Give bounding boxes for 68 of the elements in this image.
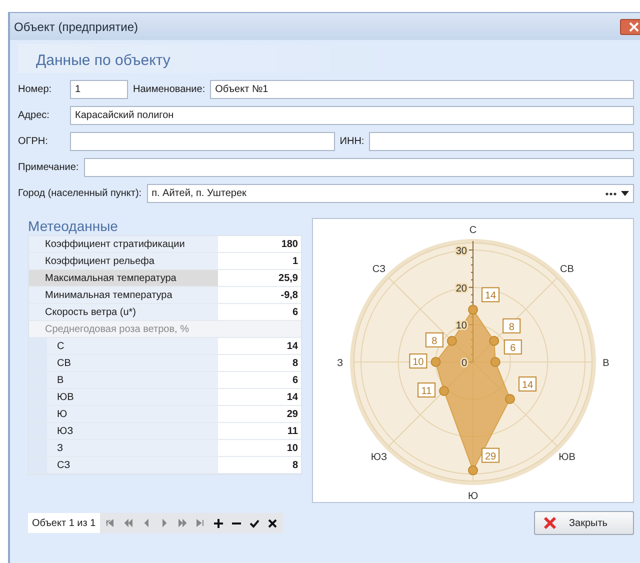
property-label: ЮЗ [47,423,218,439]
field-label: ИНН: [340,136,364,147]
data-label: 10 [409,354,428,368]
check-icon[interactable] [250,518,259,528]
skip-first-icon[interactable] [106,518,115,528]
direction-label: ЮВ [558,452,576,463]
property-label: СВ [47,355,218,371]
input-field[interactable]: Объект №1 [210,80,634,99]
direction-label: СЗ [372,264,386,275]
field-label: Адрес: [18,110,50,121]
direction-label: В [602,358,610,369]
data-label: 14 [518,376,536,392]
property-label: С [47,338,218,354]
input-field[interactable]: Карасайский полигон [70,106,634,125]
property-label: Ю [47,406,218,422]
input-field[interactable] [369,132,634,151]
input-field[interactable] [70,132,335,151]
data-point [490,357,500,367]
data-label: 6 [504,340,522,354]
left-icon[interactable] [142,518,151,528]
data-label: 29 [482,448,500,463]
field-label: Наименование: [133,84,206,95]
cross-icon[interactable] [268,518,277,528]
close-button[interactable] [620,18,640,34]
property-label: ЮВ [47,389,218,405]
close-icon [543,516,557,530]
property-label[interactable]: Минимальная температура [29,287,218,303]
property-label[interactable]: Максимальная температура [29,270,218,286]
field-label: ОГРН: [18,136,49,147]
direction-label: СВ [560,264,574,275]
input-field[interactable] [84,158,634,177]
close-dialog-button[interactable]: Закрыть [534,511,634,535]
input-field[interactable]: 1 [70,80,128,99]
double-left-icon[interactable] [124,518,133,528]
data-label: 14 [482,287,500,302]
property-label: СЗ [47,457,218,473]
field-label: Город (населенный пункт): [18,188,142,199]
property-label: З [47,440,218,456]
direction-label: Ю [468,491,478,502]
axis-tick-label: 30 [456,246,467,257]
ellipsis-icon[interactable] [605,192,617,196]
data-label: 11 [418,382,436,398]
category-header: Среднегодовая роза ветров, % [29,321,301,337]
close-icon [628,22,640,32]
property-label: В [47,372,218,388]
axis-tick-label: 20 [456,283,467,294]
data-label: 8 [425,332,444,348]
property-label[interactable]: Коэффициент стратификации [29,236,218,252]
window-title: Объект (предприятие) [14,20,138,34]
field-label: Примечание: [18,162,79,173]
dropdown-arrow-icon[interactable] [621,191,629,196]
property-label[interactable]: Скорость ветра (u*) [29,304,218,320]
plus-icon[interactable] [214,518,223,528]
direction-label: ЮЗ [370,452,388,463]
data-point [446,336,457,346]
axis-tick-label: 0 [461,358,467,369]
double-right-icon[interactable] [178,518,187,528]
data-label: 8 [502,318,521,334]
field-label: Номер: [18,84,53,95]
skip-last-icon[interactable] [196,518,205,528]
section-title: Метеоданные [28,218,119,234]
input-field[interactable]: п. Айтей, п. Уштерек [146,184,634,203]
data-point [489,336,500,346]
direction-label: С [469,225,477,236]
right-icon[interactable] [160,518,169,528]
property-label[interactable]: Коэффициент рельефа [29,253,218,269]
record-counter: Объект 1 из 1 [28,513,100,533]
direction-label: З [336,358,344,369]
